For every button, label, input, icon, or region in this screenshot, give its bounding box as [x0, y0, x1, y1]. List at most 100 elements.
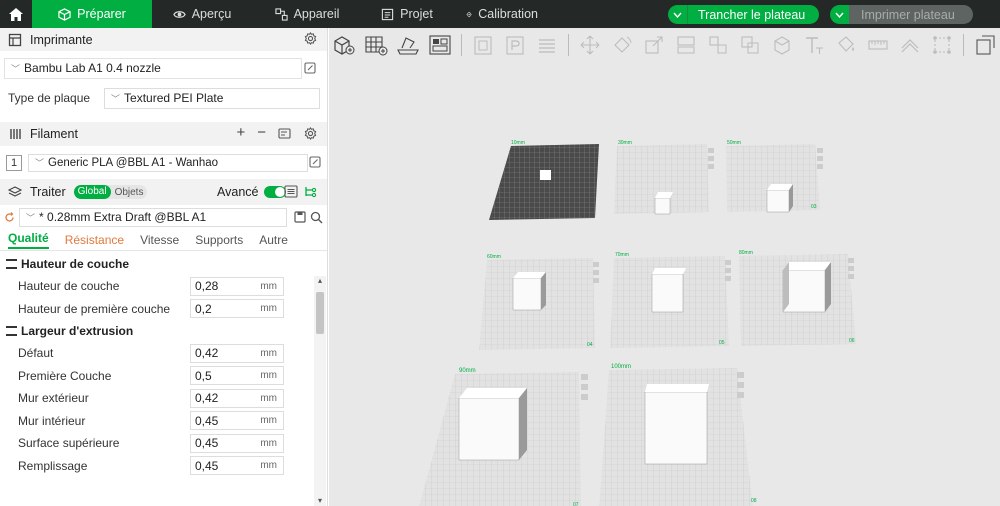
tree-icon[interactable]	[304, 185, 317, 198]
param-infill-width-input[interactable]: 0,45 mm	[190, 456, 284, 476]
chevron-down-icon: ﹀	[35, 158, 45, 168]
reset-icon[interactable]	[4, 211, 15, 223]
slice-dropdown-button[interactable]	[668, 5, 687, 24]
lay-on-face-tool[interactable]	[673, 33, 699, 57]
arrange-icon	[429, 35, 451, 55]
paint-bucket-icon	[838, 36, 854, 52]
tab-speed[interactable]: Vitesse	[140, 233, 179, 247]
plate-2[interactable]: 30mm	[614, 140, 714, 215]
gear-icon[interactable]	[304, 126, 317, 140]
plate-1[interactable]: 10mm	[489, 140, 599, 220]
tab-prepare[interactable]: Préparer	[32, 0, 152, 28]
param-label: Mur intérieur	[18, 413, 86, 428]
plates-scene[interactable]: 10mm 30mm 50mm 03 60mm 04 70mm 05 80mm 0…	[329, 62, 1000, 506]
param-top-surface-width: Surface supérieure 0,45 mm	[0, 432, 327, 455]
add-plate-button[interactable]	[363, 33, 389, 57]
plate-label: 60mm	[487, 254, 501, 260]
arrange-button[interactable]	[427, 33, 453, 57]
plate-split-button[interactable]	[470, 33, 496, 57]
scope-global[interactable]: Global	[73, 185, 111, 199]
tab-calibration-label: Calibration	[478, 7, 538, 21]
plate-3[interactable]: 50mm 03	[726, 140, 823, 213]
mesh-boolean-tool[interactable]	[737, 33, 763, 57]
cut-tool[interactable]	[705, 33, 731, 57]
param-default-width-input[interactable]: 0,42 mm	[190, 343, 284, 363]
filament-select[interactable]: ﹀ Generic PLA @BBL A1 - Wanhao	[28, 153, 308, 172]
plate-number: 08	[751, 498, 757, 504]
cube-object[interactable]	[540, 170, 551, 180]
save-icon[interactable]	[294, 211, 306, 223]
plate-5[interactable]: 70mm 05	[610, 252, 731, 348]
chevron-up-icon[interactable]: ▴	[314, 276, 326, 286]
rotate-icon	[614, 36, 632, 53]
plate-label: 30mm	[618, 140, 632, 146]
param-outer-wall-width-input[interactable]: 0,42 mm	[190, 388, 284, 408]
assemble-tool[interactable]	[929, 33, 955, 57]
add-filament-button[interactable]: +	[236, 125, 245, 140]
split-objects-tool[interactable]	[769, 33, 795, 57]
printer-select[interactable]: ﹀ Bambu Lab A1 0.4 nozzle	[4, 57, 302, 79]
support-paint-tool[interactable]	[897, 33, 923, 57]
tab-quality[interactable]: Qualité	[8, 231, 49, 249]
viewport-3d[interactable]: 10mm 30mm 50mm 03 60mm 04 70mm 05 80mm 0…	[329, 28, 1000, 506]
process-preset-select[interactable]: ﹀ * 0.28mm Extra Draft @BBL A1	[19, 207, 287, 227]
scale-tool[interactable]	[641, 33, 667, 57]
split-icon	[774, 36, 790, 55]
settings-scrollbar[interactable]: ▴ ▾	[314, 276, 326, 506]
tab-project[interactable]: Projet	[362, 0, 452, 28]
slice-plate-button[interactable]: Trancher le plateau	[687, 5, 820, 24]
cube-icon	[58, 7, 71, 21]
param-first-layer-height-input[interactable]: 0,2 mm	[190, 299, 284, 319]
tab-strength[interactable]: Résistance	[65, 233, 124, 247]
edit-icon[interactable]	[304, 62, 316, 74]
search-icon[interactable]	[310, 211, 323, 224]
print-dropdown-button[interactable]	[830, 5, 849, 24]
tab-other[interactable]: Autre	[259, 233, 288, 247]
param-value: 0,2	[195, 301, 212, 316]
home-button[interactable]	[0, 0, 32, 28]
rotate-tool[interactable]	[609, 33, 635, 57]
text-tool[interactable]	[801, 33, 827, 57]
param-top-surface-width-input[interactable]: 0,45 mm	[190, 433, 284, 453]
plate-4[interactable]: 60mm 04	[479, 254, 599, 350]
measure-tool[interactable]	[865, 33, 891, 57]
param-label: Première Couche	[18, 368, 112, 383]
tab-supports[interactable]: Supports	[195, 233, 243, 247]
plate-p-button[interactable]	[502, 33, 528, 57]
remove-filament-button[interactable]: −	[257, 125, 266, 140]
add-object-button[interactable]	[331, 33, 357, 57]
plate-8[interactable]: 100mm 08	[599, 364, 757, 506]
auto-orient-button[interactable]	[395, 33, 421, 57]
edit-icon[interactable]	[309, 156, 321, 168]
chevron-down-icon[interactable]: ▾	[314, 496, 326, 506]
process-preset-name: * 0.28mm Extra Draft @BBL A1	[39, 210, 207, 224]
gear-icon[interactable]	[304, 32, 317, 45]
param-first-layer-width-input[interactable]: 0,5 mm	[190, 366, 284, 386]
move-tool[interactable]	[577, 33, 603, 57]
list-view-icon[interactable]	[284, 185, 298, 198]
param-layer-height-input[interactable]: 0,28 mm	[190, 276, 284, 296]
scope-objects[interactable]: Objets	[111, 187, 148, 198]
tab-device[interactable]: Appareil	[252, 0, 362, 28]
print-plate-button[interactable]: Imprimer plateau	[849, 5, 973, 24]
filament-sync-icon[interactable]	[278, 127, 292, 140]
param-first-layer-height: Hauteur de première couche 0,2 mm	[0, 298, 327, 321]
layers-button[interactable]	[534, 33, 560, 57]
plate-6[interactable]: 80mm 06	[739, 250, 856, 346]
plate-type-select[interactable]: ﹀ Textured PEI Plate	[104, 87, 320, 109]
home-icon	[9, 7, 23, 21]
process-scope-toggle[interactable]: Global Objets	[73, 185, 148, 199]
object-list-button[interactable]	[972, 33, 998, 57]
tab-calibration[interactable]: Calibration	[452, 0, 552, 28]
plate-7[interactable]: 90mm 07	[417, 368, 588, 506]
advanced-label: Avancé	[217, 185, 259, 199]
param-inner-wall-width: Mur intérieur 0,45 mm	[0, 410, 327, 433]
text-icon	[806, 37, 823, 54]
param-unit: mm	[260, 347, 277, 359]
filament-slot-badge[interactable]: 1	[6, 154, 22, 171]
paint-tool[interactable]	[833, 33, 859, 57]
param-inner-wall-width-input[interactable]: 0,45 mm	[190, 411, 284, 431]
tab-preview[interactable]: Aperçu	[152, 0, 252, 28]
scrollbar-thumb[interactable]	[316, 292, 324, 334]
layers-icon	[539, 39, 555, 53]
